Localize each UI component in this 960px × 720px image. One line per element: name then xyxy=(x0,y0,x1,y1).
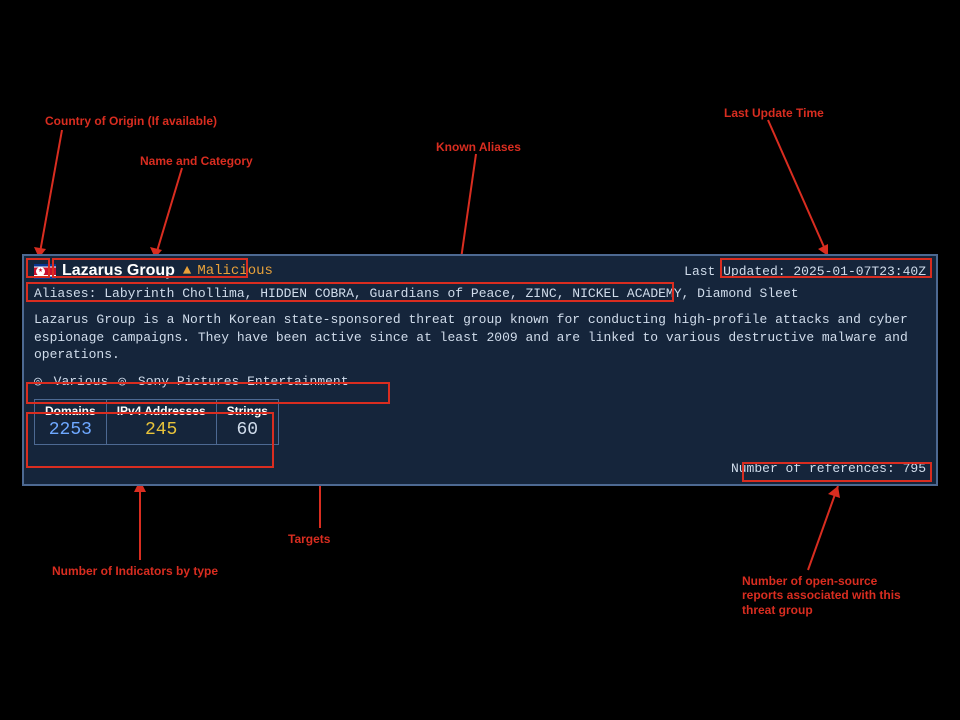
references-label: Number of references: xyxy=(731,461,895,476)
target-label: Sony Pictures Entertainment xyxy=(138,374,349,389)
indicator-head: IPv4 Addresses xyxy=(117,404,206,418)
flag-icon xyxy=(34,264,56,279)
target-icon: ◎ xyxy=(118,374,126,389)
last-updated-value: 2025-01-07T23:40Z xyxy=(793,264,926,279)
description: Lazarus Group is a North Korean state-sp… xyxy=(34,311,926,364)
category-label: Malicious xyxy=(197,263,273,279)
group-name: Lazarus Group xyxy=(62,262,175,280)
target-item: ◎ Sony Pictures Entertainment xyxy=(118,374,348,389)
aliases-label: Aliases: xyxy=(34,286,96,301)
aliases-list: Labyrinth Chollima, HIDDEN COBRA, Guardi… xyxy=(104,286,798,301)
last-updated-label: Last Updated: xyxy=(684,264,785,279)
indicator-value: 245 xyxy=(117,420,206,440)
target-label: Various xyxy=(54,374,109,389)
threat-panel: Lazarus Group ▲ Malicious Last Updated: … xyxy=(22,254,938,486)
references: Number of references: 795 xyxy=(731,461,926,476)
last-updated: Last Updated: 2025-01-07T23:40Z xyxy=(684,264,926,279)
indicators-table: Domains 2253 IPv4 Addresses 245 Strings … xyxy=(34,399,279,445)
indicator-value: 60 xyxy=(227,420,268,440)
aliases-row: Aliases: Labyrinth Chollima, HIDDEN COBR… xyxy=(34,286,926,301)
warning-icon: ▲ xyxy=(183,263,191,279)
indicator-cell: IPv4 Addresses 245 xyxy=(107,400,217,444)
target-item: ◎ Various xyxy=(34,374,108,389)
indicator-value: 2253 xyxy=(45,420,96,440)
targets-row: ◎ Various ◎ Sony Pictures Entertainment xyxy=(34,374,926,389)
target-icon: ◎ xyxy=(34,374,42,389)
references-value: 795 xyxy=(903,461,926,476)
header-row: Lazarus Group ▲ Malicious Last Updated: … xyxy=(34,262,926,280)
indicator-cell: Strings 60 xyxy=(217,400,278,444)
indicator-head: Domains xyxy=(45,404,96,418)
indicator-cell: Domains 2253 xyxy=(35,400,107,444)
indicator-head: Strings xyxy=(227,404,268,418)
